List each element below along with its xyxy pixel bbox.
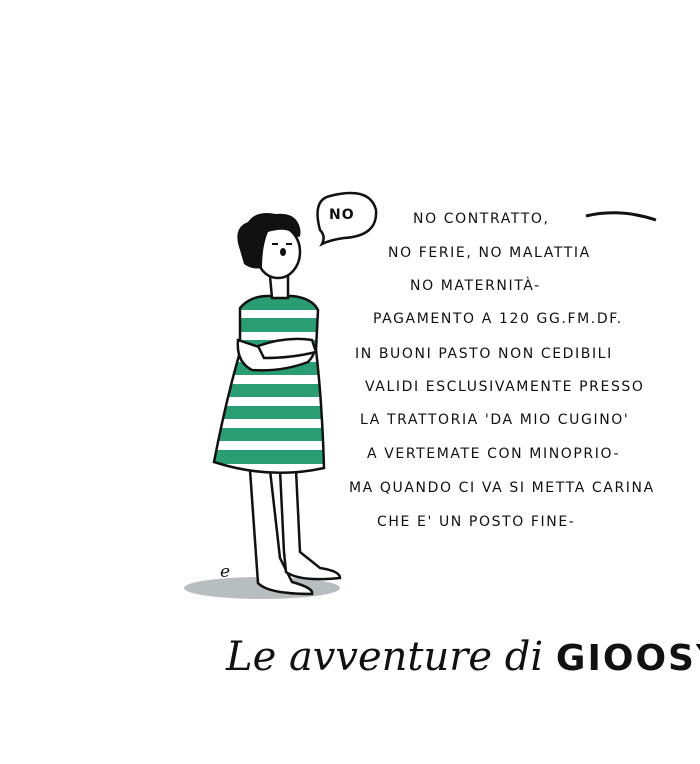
dress xyxy=(212,294,326,475)
speech-line-3: NO MATERNITÀ- xyxy=(410,278,541,294)
speech-line-5: IN BUONI PASTO NON CEDIBILI xyxy=(355,346,613,362)
legs xyxy=(248,469,342,596)
speech-bubble-text: NO xyxy=(329,207,355,223)
title-name: GIOOSY xyxy=(555,638,700,679)
neck xyxy=(268,275,290,300)
speech-line-8: A VERTEMATE CON MINOPRIO- xyxy=(367,446,621,462)
speech-line-6: VALIDI ESCLUSIVAMENTE PRESSO xyxy=(365,379,645,395)
title-prefix: Le avventure di xyxy=(226,634,544,680)
dash-mark xyxy=(585,211,657,222)
speech-line-9: MA QUANDO CI VA SI METTA CARINA xyxy=(349,480,655,496)
comic-title: Le avventure di GIOOSY xyxy=(226,634,700,680)
speech-line-10: CHE E' UN POSTO FINE- xyxy=(377,514,576,530)
head xyxy=(237,213,302,280)
speech-line-2: NO FERIE, NO MALATTIA xyxy=(388,245,591,261)
artist-signature: e xyxy=(220,562,231,582)
speech-line-4: PAGAMENTO A 120 GG.FM.DF. xyxy=(373,311,623,327)
speech-line-1: NO CONTRATTO, xyxy=(413,211,550,227)
speech-line-7: LA TRATTORIA 'DA MIO CUGINO' xyxy=(360,412,630,428)
